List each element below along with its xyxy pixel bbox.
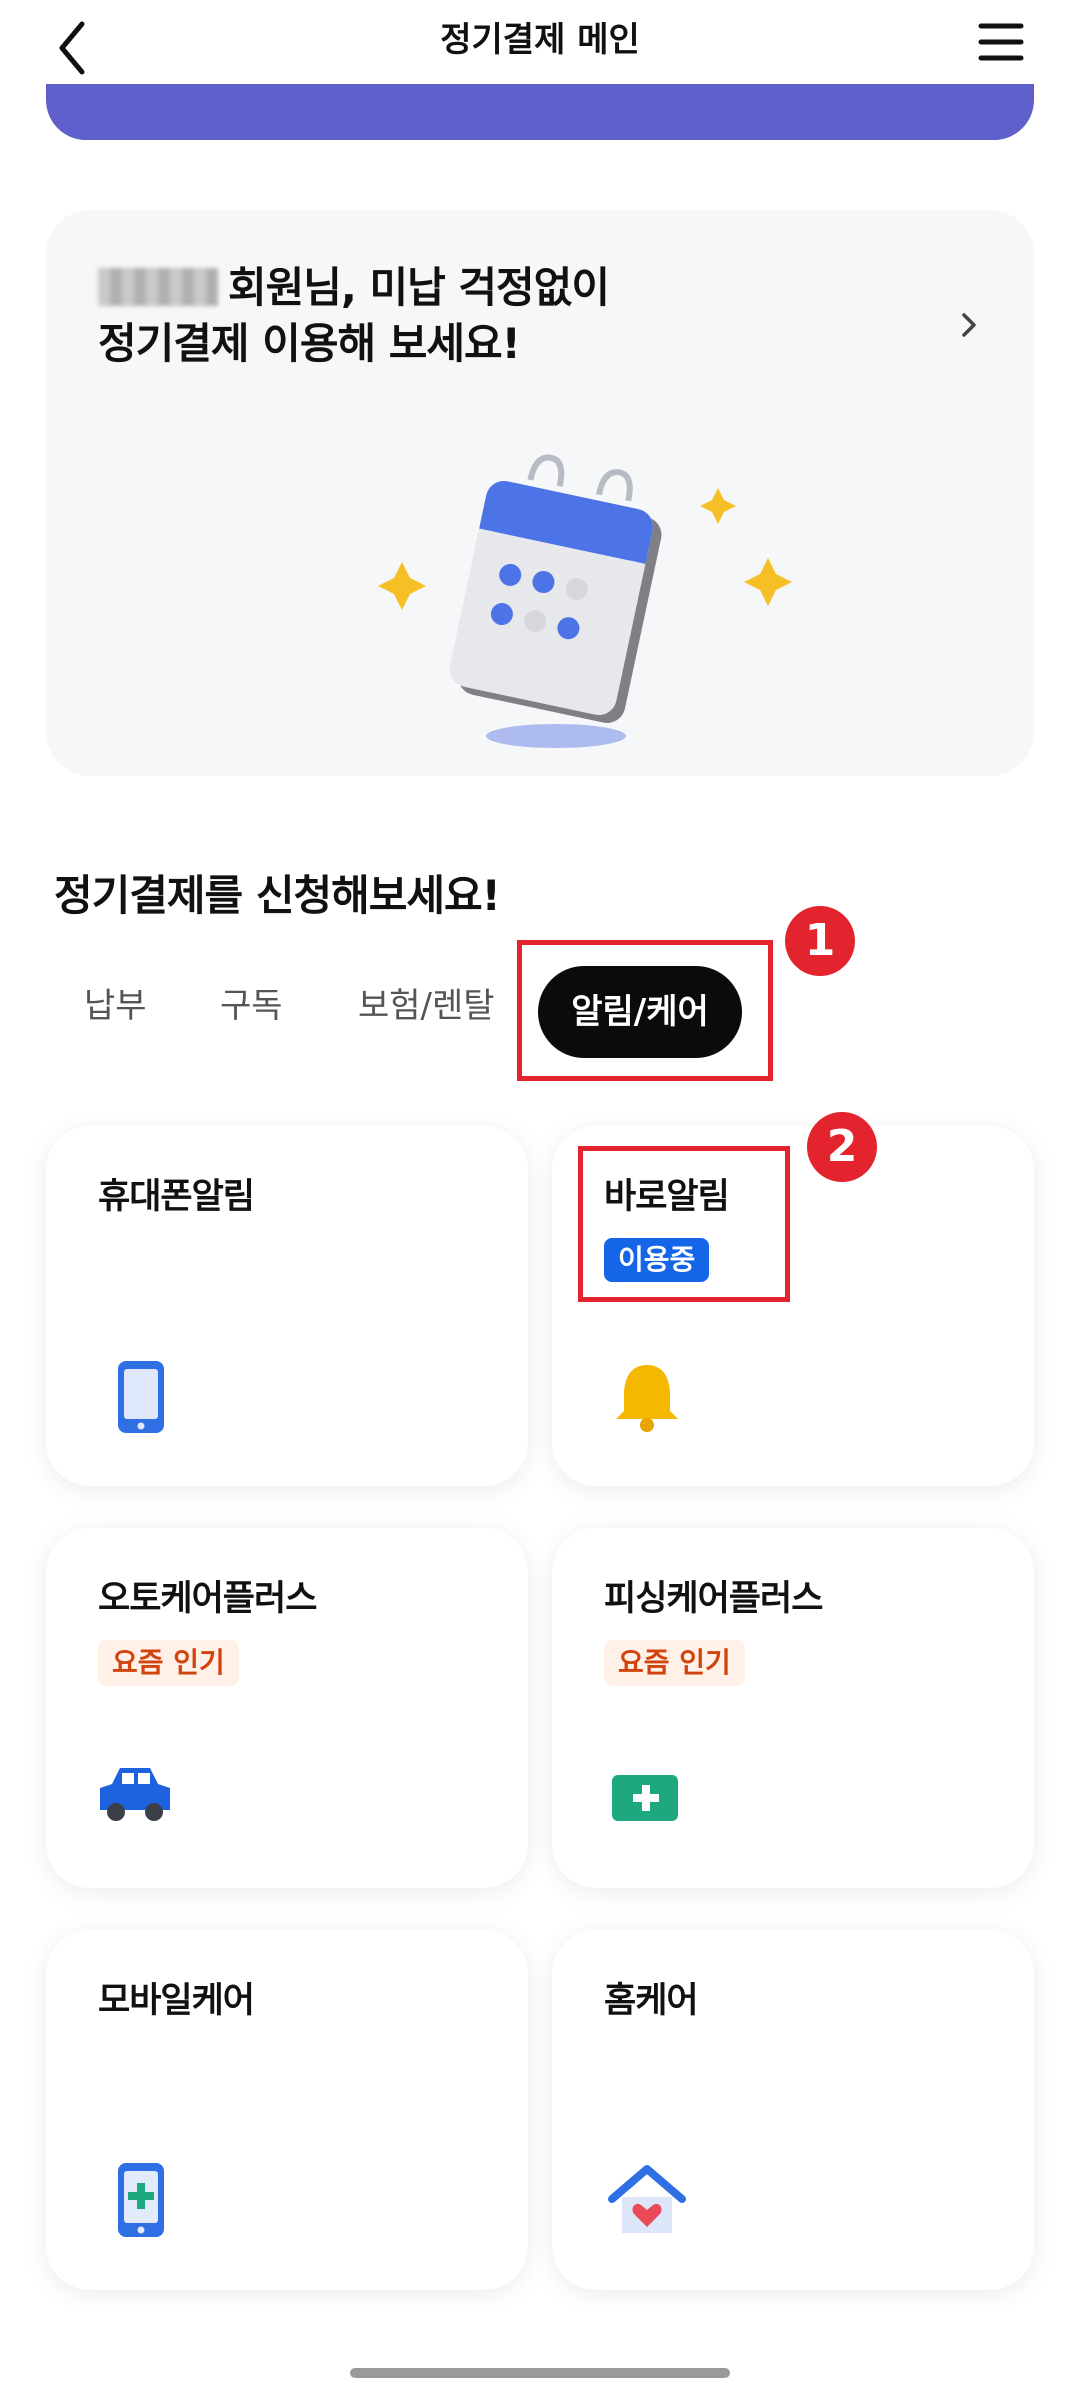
sparkle-icon <box>378 562 426 610</box>
annotation-number-1: 1 <box>785 906 855 976</box>
blurred-user-name <box>98 268 218 306</box>
card-title: 홈케어 <box>604 1981 699 2021</box>
card-mobile-care[interactable]: 모바일케어 <box>46 1930 528 2290</box>
section-title: 정기결제를 신청해보세요! <box>54 871 501 920</box>
annotation-box-1 <box>517 940 773 1081</box>
promo-arrow[interactable] <box>954 305 984 345</box>
promo-line1: 회원님, 미납 걱정없이 <box>228 263 610 312</box>
annotation-number-2: 2 <box>807 1112 877 1182</box>
hamburger-menu-icon <box>978 23 1024 61</box>
phone-medical-icon <box>118 2163 164 2237</box>
calendar-illustration <box>378 454 792 748</box>
home-heart-icon <box>608 2165 686 2233</box>
popular-badge: 요즘 인기 <box>98 1640 239 1686</box>
car-icon <box>100 1768 170 1821</box>
top-bar: 정기결제 메인 <box>0 0 1080 84</box>
annotation-box-2 <box>578 1146 790 1302</box>
sparkle-icon <box>744 558 792 606</box>
card-phone-alert[interactable]: 휴대폰알림 <box>46 1126 528 1486</box>
card-auto-care-plus[interactable]: 오토케어플러스 요즘 인기 <box>46 1528 528 1888</box>
card-title: 피싱케어플러스 <box>604 1579 823 1619</box>
sparkle-icon <box>700 488 736 524</box>
home-indicator[interactable] <box>350 2368 730 2378</box>
card-home-care[interactable]: 홈케어 <box>552 1930 1034 2290</box>
tab-insurance-rental[interactable]: 보험/렌탈 <box>358 976 495 1036</box>
promo-line2: 정기결제 이용해 보세요! <box>98 319 521 368</box>
card-title: 오토케어플러스 <box>98 1579 317 1619</box>
smartphone-icon <box>118 1361 164 1433</box>
card-title: 모바일케어 <box>98 1981 255 2021</box>
popular-badge: 요즘 인기 <box>604 1640 745 1686</box>
bell-icon <box>616 1365 678 1432</box>
card-title: 휴대폰알림 <box>98 1177 255 1217</box>
tab-subscription[interactable]: 구독 <box>220 976 283 1036</box>
card-phishing-care-plus[interactable]: 피싱케어플러스 요즘 인기 <box>552 1528 1034 1888</box>
menu-button[interactable] <box>965 12 1035 72</box>
promo-message: 회원님, 미납 걱정없이 정기결제 이용해 보세요! <box>98 260 610 372</box>
promo-card[interactable]: 회원님, 미납 걱정없이 정기결제 이용해 보세요! <box>46 210 1034 776</box>
first-aid-kit-icon <box>612 1775 678 1821</box>
page-title: 정기결제 메인 <box>440 20 640 60</box>
tab-payment[interactable]: 납부 <box>84 976 147 1036</box>
chevron-right-icon <box>962 313 976 337</box>
